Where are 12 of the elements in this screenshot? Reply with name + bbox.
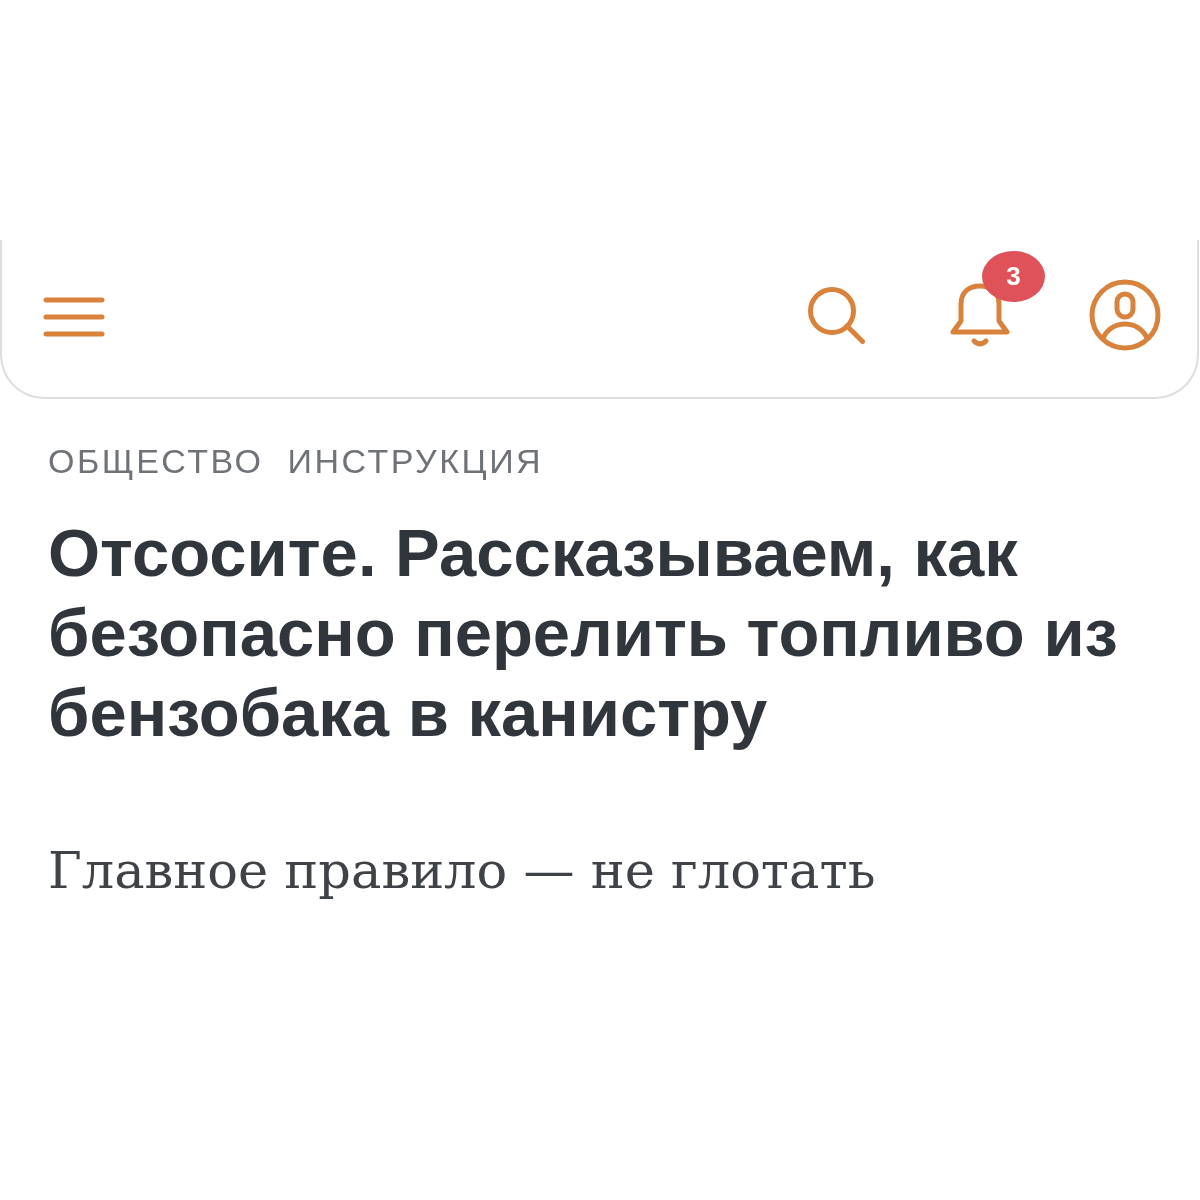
article-subtitle: Главное правило — не глотать [48, 841, 877, 901]
profile-button[interactable] [1089, 279, 1161, 351]
notification-badge: 3 [982, 251, 1045, 302]
search-icon [807, 285, 866, 345]
profile-icon [1089, 279, 1161, 351]
category-link[interactable]: ОБЩЕСТВО [48, 441, 264, 481]
search-button[interactable] [807, 285, 866, 345]
article-title: Отсосите. Рассказываем, как безопасно перелить топливо из бензобака в канистру [48, 514, 1119, 752]
menu-icon [43, 296, 105, 337]
category-link[interactable]: ИНСТРУКЦИЯ [287, 441, 544, 481]
notifications-button[interactable]: 3 [950, 251, 1045, 348]
menu-button[interactable] [43, 296, 105, 337]
